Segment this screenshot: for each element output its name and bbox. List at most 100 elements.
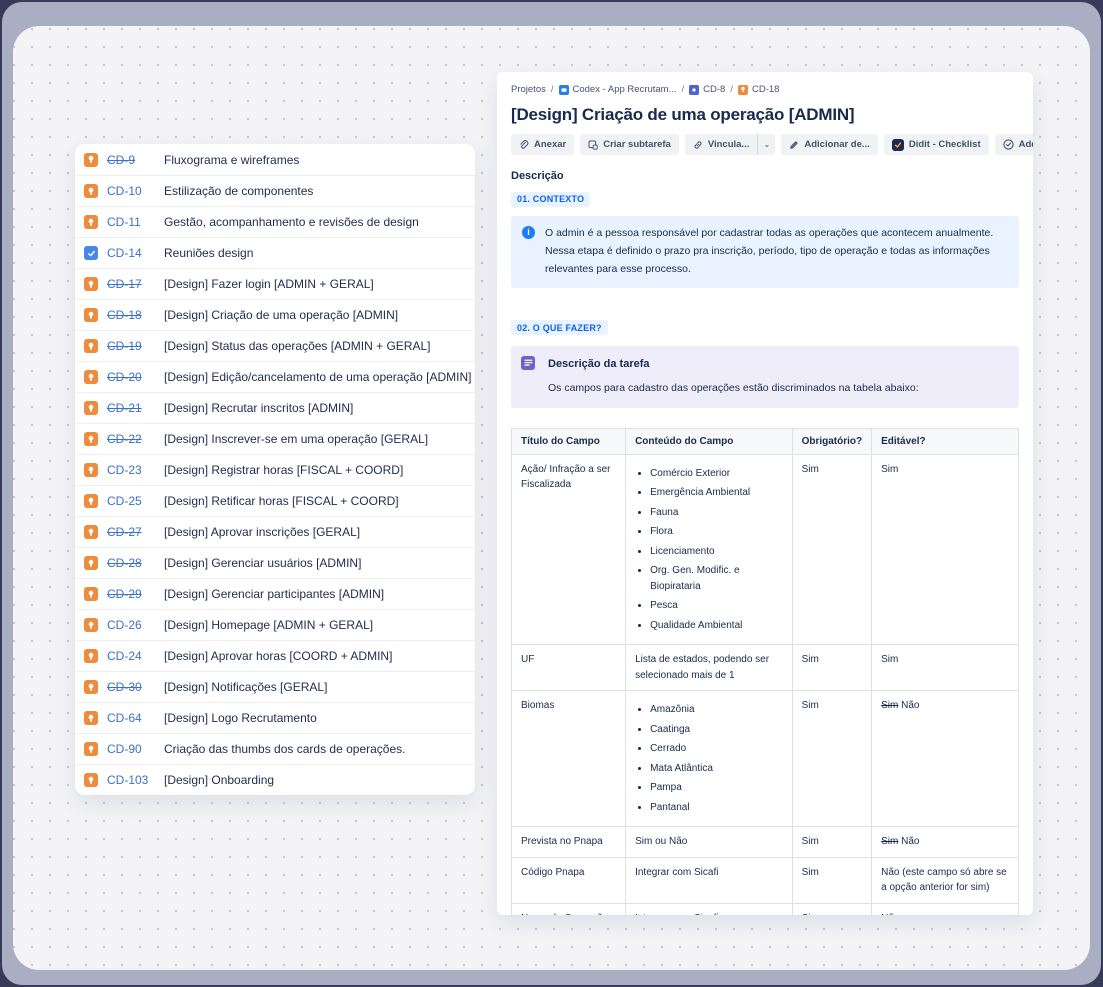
issue-summary: [Design] Inscrever-se em uma operação [G… (164, 432, 428, 446)
issue-summary: [Design] Fazer login [ADMIN + GERAL] (164, 277, 374, 291)
breadcrumb-link[interactable]: CD-8 (689, 84, 725, 95)
issue-detail-card: Projetos/Codex - App Recrutam.../CD-8/CD… (497, 72, 1033, 915)
task-row-cd-11[interactable]: CD-11Gestão, acompanhamento e revisões d… (75, 206, 475, 237)
issue-key-link[interactable]: CD-25 (107, 494, 156, 508)
issue-key-link[interactable]: CD-26 (107, 618, 156, 632)
issue-key-link[interactable]: CD-11 (107, 215, 156, 229)
task-icon (84, 432, 98, 446)
task-row-cd-103[interactable]: CD-103[Design] Onboarding (75, 764, 475, 795)
breadcrumb-link[interactable]: Projetos (511, 84, 546, 95)
issue-key-link[interactable]: CD-90 (107, 742, 156, 756)
task-row-cd-29[interactable]: CD-29[Design] Gerenciar participantes [A… (75, 578, 475, 609)
cell-text: Sim (881, 464, 898, 475)
issue-summary: [Design] Aprovar horas [COORD + ADMIN] (164, 649, 392, 663)
issue-summary: [Design] Recrutar inscritos [ADMIN] (164, 401, 353, 415)
task-icon (84, 153, 98, 167)
add-tempo-to-plan-and-track-time-button[interactable]: Add Tempo to plan and track time (995, 134, 1033, 155)
cell-text: Sim (802, 654, 819, 665)
issue-key-link[interactable]: CD-29 (107, 587, 156, 601)
issue-key-link[interactable]: CD-27 (107, 525, 156, 539)
adicionar-de-button[interactable]: Adicionar de... (781, 134, 877, 155)
issue-summary: [Design] Gerenciar usuários [ADMIN] (164, 556, 361, 570)
issue-key-link[interactable]: CD-103 (107, 773, 156, 787)
task-icon (84, 556, 98, 570)
task-row-cd-90[interactable]: CD-90Criação das thumbs dos cards de ope… (75, 733, 475, 764)
issue-key-link[interactable]: CD-10 (107, 184, 156, 198)
table-list-item: Caatinga (650, 722, 782, 738)
issue-key-link[interactable]: CD-30 (107, 680, 156, 694)
issue-key-link[interactable]: CD-20 (107, 370, 156, 384)
issue-key-link[interactable]: CD-9 (107, 153, 156, 167)
anexar-button[interactable]: Anexar (511, 134, 574, 155)
vincula-button[interactable]: Vincula... (685, 134, 758, 155)
issue-key-link[interactable]: CD-23 (107, 463, 156, 477)
create-subtask-icon (588, 140, 598, 150)
field-title-cell: Prevista no Pnapa (512, 827, 626, 858)
field-required-cell: Sim (792, 827, 872, 858)
task-row-cd-21[interactable]: CD-21 [Design] Recrutar inscritos [ADMIN] (75, 392, 475, 423)
task-icon (84, 773, 98, 787)
cell-text: Sim (802, 700, 819, 711)
didit-icon (892, 139, 904, 151)
task-icon (84, 525, 98, 539)
cell-text: Sim (802, 913, 819, 915)
issue-key-link[interactable]: CD-22 (107, 432, 156, 446)
task-row-cd-14[interactable]: CD-14Reuniões design (75, 237, 475, 268)
paperclip-icon (519, 140, 529, 150)
task-row-cd-24[interactable]: CD-24 [Design] Aprovar horas [COORD + ADM… (75, 640, 475, 671)
task-row-cd-26[interactable]: CD-26[Design] Homepage [ADMIN + GERAL] (75, 609, 475, 640)
table-header-cell: Conteúdo do Campo (626, 428, 792, 454)
task-icon (84, 277, 98, 291)
task-panel-text: Os campos para cadastro das operações es… (548, 380, 1007, 397)
task-row-cd-20[interactable]: CD-20 [Design] Edição/cancelamento de uma… (75, 361, 475, 392)
task-icon (84, 370, 98, 384)
breadcrumb-label: Projetos (511, 84, 546, 95)
table-list-item: Pantanal (650, 800, 782, 816)
issue-key-link[interactable]: CD-64 (107, 711, 156, 725)
issue-key-link[interactable]: CD-18 (107, 308, 156, 322)
task-row-cd-27[interactable]: CD-27[Design] Aprovar inscrições [GERAL] (75, 516, 475, 547)
table-row: Nome da OperaçãoIntegrar com SicafiSimNã… (512, 903, 1019, 915)
issue-summary: Estilização de componentes (164, 184, 313, 198)
task-row-cd-9[interactable]: CD-9Fluxograma e wireframes (75, 144, 475, 175)
task-row-cd-64[interactable]: CD-64[Design] Logo Recrutamento (75, 702, 475, 733)
task-row-cd-23[interactable]: CD-23[Design] Registrar horas [FISCAL + … (75, 454, 475, 485)
task-icon (84, 463, 98, 477)
issue-summary: [Design] Notificações [GERAL] (164, 680, 327, 694)
didit-checklist-button[interactable]: Didit - Checklist (884, 134, 989, 155)
issue-key-link[interactable]: CD-21 (107, 401, 156, 415)
issue-summary: [Design] Edição/cancelamento de uma oper… (164, 370, 472, 384)
table-list-item: Comércio Exterior (650, 466, 782, 482)
issue-key-link[interactable]: CD-19 (107, 339, 156, 353)
issue-key-link[interactable]: CD-28 (107, 556, 156, 570)
issue-key-link[interactable]: CD-14 (107, 246, 156, 260)
task-row-cd-19[interactable]: CD-19[Design] Status das operações [ADMI… (75, 330, 475, 361)
task-row-cd-22[interactable]: CD-22 [Design] Inscrever-se em uma operaç… (75, 423, 475, 454)
task-row-cd-18[interactable]: CD-18[Design] Criação de uma operação [A… (75, 299, 475, 330)
cell-text: Integrar com Sicafi (635, 913, 718, 915)
context-badge: 01. CONTEXTO (511, 192, 590, 207)
task-row-cd-25[interactable]: CD-25 [Design] Retificar horas [FISCAL + … (75, 485, 475, 516)
table-list-item: Pampa (650, 780, 782, 796)
table-header-cell: Título do Campo (512, 428, 626, 454)
task-row-cd-30[interactable]: CD-30 [Design] Notificações [GERAL] (75, 671, 475, 702)
task-icon (84, 680, 98, 694)
table-list-item: Licenciamento (650, 544, 782, 560)
task-row-cd-28[interactable]: CD-28 [Design] Gerenciar usuários [ADMIN] (75, 547, 475, 578)
field-title-cell: Ação/ Infração a ser Fiscalizada (512, 454, 626, 645)
breadcrumb-separator: / (730, 84, 733, 95)
field-required-cell: Sim (792, 691, 872, 827)
criar-subtarefa-button[interactable]: Criar subtarefa (580, 134, 679, 155)
table-list-item: Cerrado (650, 741, 782, 757)
task-row-cd-17[interactable]: CD-17 [Design] Fazer login [ADMIN + GERAL… (75, 268, 475, 299)
field-required-cell: Sim (792, 903, 872, 915)
field-editable-cell: Sim Não (872, 691, 1019, 827)
breadcrumb-link[interactable]: Codex - App Recrutam... (559, 84, 677, 95)
context-info-panel: i O admin é a pessoa responsável por cad… (511, 216, 1019, 288)
chevron-down-icon[interactable]: ⌄ (757, 134, 775, 155)
issue-summary: [Design] Retificar horas [FISCAL + COORD… (164, 494, 399, 508)
task-row-cd-10[interactable]: CD-10 Estilização de componentes (75, 175, 475, 206)
issue-key-link[interactable]: CD-17 (107, 277, 156, 291)
issue-key-link[interactable]: CD-24 (107, 649, 156, 663)
breadcrumb-link[interactable]: CD-18 (738, 84, 779, 95)
